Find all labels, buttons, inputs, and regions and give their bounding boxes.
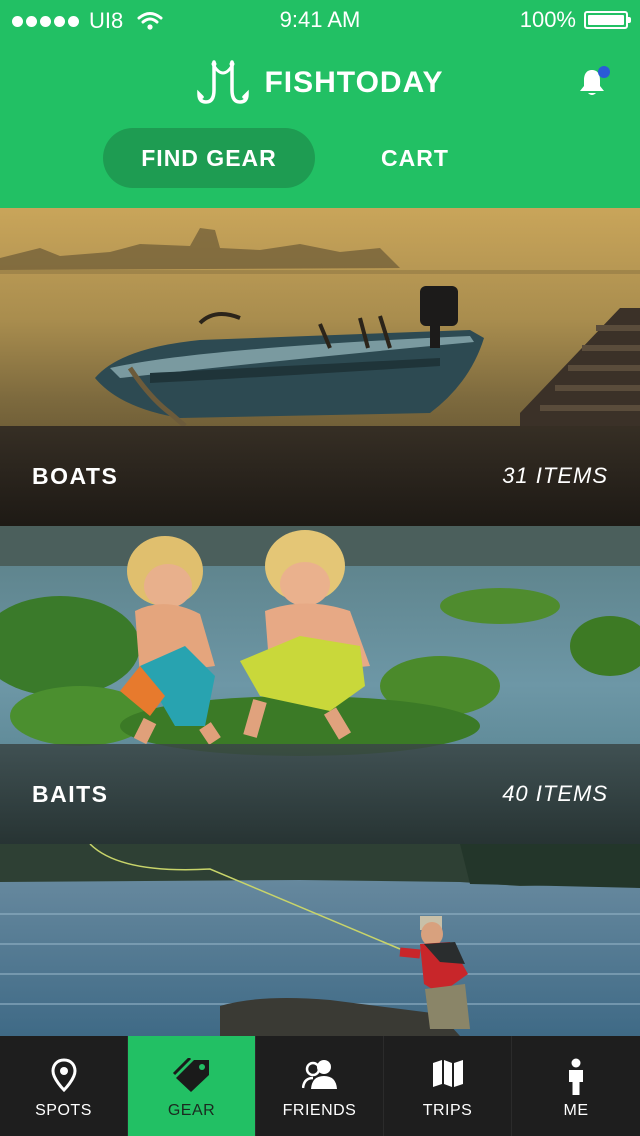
gear-category-list: BOATS 31 ITEMS BAITS 40 ITEMS <box>0 208 640 1036</box>
map-pin-icon <box>50 1058 77 1092</box>
person-icon <box>569 1058 583 1095</box>
notification-dot <box>598 66 610 78</box>
category-name: BAITS <box>32 780 109 807</box>
category-card-fishing[interactable] <box>0 844 640 1036</box>
tabbar-label: ME <box>563 1102 589 1119</box>
tabbar-item-trips[interactable]: TRIPS <box>384 1036 512 1136</box>
tabbar-label: GEAR <box>167 1102 216 1119</box>
app-header: UI8 9:41 AM 100% FISHTODAY FIND GEAR CAR… <box>0 0 640 208</box>
category-label-band: BAITS 40 ITEMS <box>0 744 640 844</box>
category-name: BOATS <box>32 462 119 489</box>
tabbar-item-friends[interactable]: FRIENDS <box>256 1036 384 1136</box>
tabbar-item-gear[interactable]: GEAR <box>128 1036 256 1136</box>
notifications-button[interactable] <box>576 66 610 100</box>
tabbar-label: SPOTS <box>35 1102 92 1119</box>
tabbar-item-spots[interactable]: SPOTS <box>0 1036 128 1136</box>
fly-fishing-photo <box>0 844 640 1036</box>
category-label-band: BOATS 31 ITEMS <box>0 426 640 526</box>
category-item-count: 40 ITEMS <box>502 781 608 806</box>
battery-icon <box>584 11 631 29</box>
fishhook-logo-icon <box>197 60 250 104</box>
bottom-tab-bar: SPOTS GEAR FRIENDS TRIPS ME <box>0 1036 640 1136</box>
app-title: FISHTODAY <box>264 66 444 99</box>
tabbar-item-me[interactable]: ME <box>512 1036 640 1136</box>
category-card-boats[interactable]: BOATS 31 ITEMS <box>0 208 640 526</box>
category-item-count: 31 ITEMS <box>502 463 608 488</box>
tab-cart[interactable]: CART <box>340 128 490 188</box>
tab-find-gear[interactable]: FIND GEAR <box>103 128 315 188</box>
battery-percent: 100% <box>519 7 576 32</box>
app-brand: FISHTODAY <box>0 60 640 106</box>
category-card-baits[interactable]: BAITS 40 ITEMS <box>0 526 640 844</box>
tag-icon <box>172 1058 209 1092</box>
map-icon <box>432 1060 463 1087</box>
friends-icon <box>301 1060 337 1089</box>
segment-tabs: FIND GEAR CART <box>0 128 640 190</box>
tabbar-label: TRIPS <box>422 1102 473 1119</box>
tabbar-label: FRIENDS <box>282 1102 357 1119</box>
status-bar: UI8 9:41 AM 100% <box>0 0 640 40</box>
